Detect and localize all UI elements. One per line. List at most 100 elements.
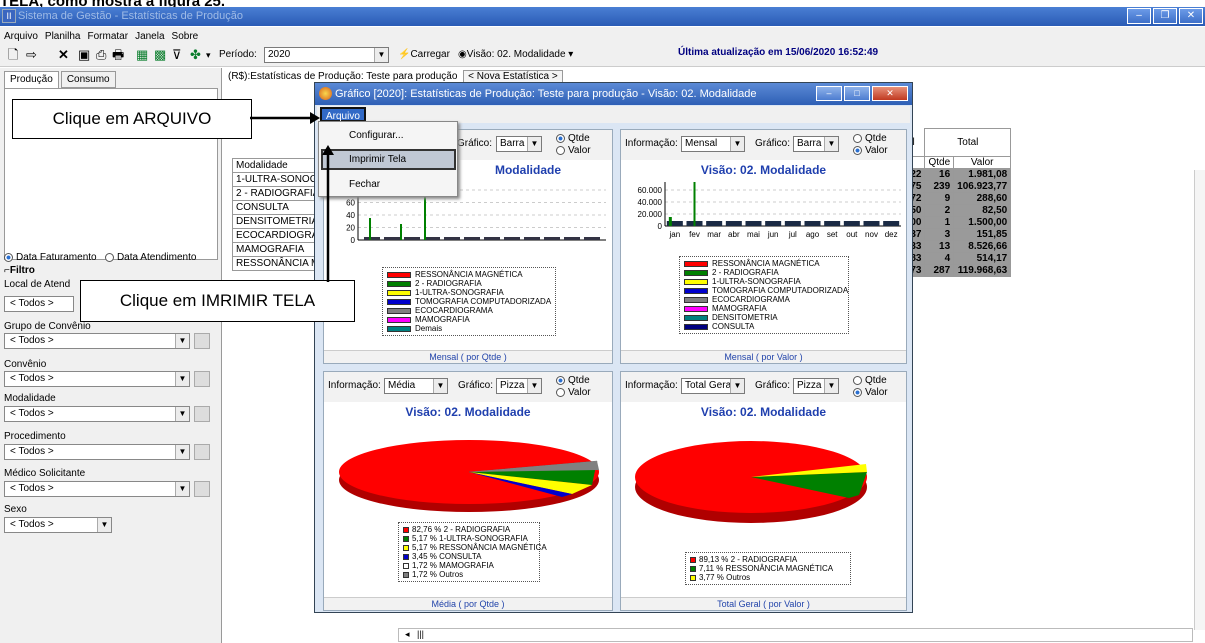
panel3-info-select[interactable]: Média ▼ <box>384 378 448 394</box>
panel2-radio-valor[interactable]: Valor <box>853 145 888 156</box>
chevron-down-icon: ▼ <box>175 334 189 348</box>
save-icon[interactable]: ▣ <box>78 47 90 63</box>
totals-row[interactable]: 6,50282,50 <box>897 204 1012 217</box>
panel2-footer: Mensal ( por Valor ) <box>621 350 906 363</box>
procedimento-select[interactable]: < Todos > ▼ <box>4 444 190 460</box>
maximize-icon[interactable]: □ <box>844 86 870 101</box>
panel2-info-select[interactable]: Mensal ▼ <box>681 136 745 152</box>
app-icon: II <box>2 9 16 23</box>
totals-row[interactable]: 3,73287119.968,63 <box>897 264 1012 277</box>
dialog-menu-arquivo[interactable]: Arquivo <box>320 107 366 122</box>
legend-label: ECOCARDIOGRAMA <box>712 295 790 304</box>
tab-producao[interactable]: Produção <box>4 71 59 88</box>
bar-group-base <box>883 221 900 226</box>
scroll-thumb[interactable]: ||| <box>417 629 424 639</box>
totals-row[interactable]: 0,0011.500,00 <box>897 216 1012 229</box>
totals-body: sal Total r Qtde Valor 6,22161.981,084,7… <box>897 128 1012 277</box>
bar <box>693 182 696 226</box>
grupo-lookup-button[interactable] <box>194 333 210 349</box>
panel3-radio-valor[interactable]: Valor <box>556 387 591 398</box>
grid-icon[interactable]: ▩ <box>154 47 166 63</box>
bar <box>668 217 672 226</box>
procedimento-lookup-button[interactable] <box>194 444 210 460</box>
open-icon[interactable]: ⇨ <box>26 47 37 63</box>
grupo-select[interactable]: < Todos > ▼ <box>4 333 190 349</box>
carregar-button[interactable]: ⚡Carregar <box>398 47 450 63</box>
modalidade-lookup-button[interactable] <box>194 406 210 422</box>
menu-formatar[interactable]: Formatar <box>88 31 129 44</box>
panel4-radio-valor[interactable]: Valor <box>853 387 888 398</box>
chart-icon[interactable]: ▦ <box>136 47 148 63</box>
panel2-radio-qtde[interactable]: Qtde <box>853 133 887 144</box>
y-tick-label: 0 <box>351 236 356 245</box>
panel2-grafico-select[interactable]: Barra ▼ <box>793 136 839 152</box>
header-total: Total <box>924 128 1012 157</box>
visao-button[interactable]: ◉Visão: 02. Modalidade ▾ <box>458 47 573 63</box>
convenio-select[interactable]: < Todos > ▼ <box>4 371 190 387</box>
filter-icon[interactable]: ⊽ <box>172 47 182 63</box>
restore-icon[interactable]: ❐ <box>1153 8 1177 24</box>
chart-panel-4: Informação: Total Geral ▼ Gráfico: Pizza ▼… <box>620 371 907 611</box>
menu-planilha[interactable]: Planilha <box>45 31 81 44</box>
totals-row[interactable]: 5,33138.526,66 <box>897 240 1012 253</box>
menu-configurar[interactable]: Configurar... <box>349 130 403 141</box>
sexo-select[interactable]: < Todos > ▼ <box>4 517 112 533</box>
legend-label: 2 - RADIOGRAFIA <box>712 268 779 277</box>
statistics-tab[interactable]: (R$):Estatísticas de Produção: Teste par… <box>228 71 457 82</box>
delete-icon[interactable]: ✕ <box>58 47 69 63</box>
menu-imprimir-tela[interactable]: Imprimir Tela <box>349 154 406 165</box>
menu-fechar[interactable]: Fechar <box>349 179 380 190</box>
action-icon[interactable]: ✤ <box>190 47 201 63</box>
scroll-left-icon[interactable]: ◂ <box>405 629 410 640</box>
menu-sobre[interactable]: Sobre <box>172 31 199 44</box>
vertical-scrollbar[interactable] <box>1194 170 1205 630</box>
legend-item: Demais <box>387 324 551 333</box>
panel3-radio-qtde[interactable]: Qtde <box>556 375 590 386</box>
totals-row[interactable]: 0,373151,85 <box>897 228 1012 241</box>
periodo-select[interactable]: 2020 ▼ <box>264 47 389 63</box>
close-icon[interactable]: ✕ <box>872 86 908 101</box>
bar-group-base <box>364 237 380 240</box>
panel4-footer: Total Geral ( por Valor ) <box>621 597 906 610</box>
panel4-grafico-select[interactable]: Pizza ▼ <box>793 378 839 394</box>
panel1-grafico-select[interactable]: Barra ▼ <box>496 136 542 152</box>
minimize-icon[interactable]: – <box>1127 8 1151 24</box>
tab-consumo[interactable]: Consumo <box>60 71 116 88</box>
radio-atendimento[interactable] <box>104 252 114 262</box>
preview-icon[interactable]: ⎙ <box>96 47 106 63</box>
menu-arquivo[interactable]: Arquivo <box>4 31 38 44</box>
chevron-down-icon: ▼ <box>175 482 189 496</box>
radio-faturamento[interactable] <box>4 252 13 262</box>
carregar-label: Carregar <box>410 49 450 60</box>
panel1-radio-valor[interactable]: Valor <box>556 145 591 156</box>
print-icon[interactable]: 🖶 <box>112 47 124 63</box>
panel3-grafico-label: Gráfico: <box>458 380 494 391</box>
modalidade-select[interactable]: < Todos > ▼ <box>4 406 190 422</box>
medico-select[interactable]: < Todos > ▼ <box>4 481 190 497</box>
legend-item: MAMOGRAFIA <box>684 304 844 313</box>
menu-janela[interactable]: Janela <box>135 31 164 44</box>
legend-item: 3,77 % Outros <box>690 573 846 582</box>
legend-label: 1-ULTRA-SONOGRAFIA <box>712 277 801 286</box>
legend-item: ECOCARDIOGRAMA <box>387 306 551 315</box>
totals-row[interactable]: 6,22161.981,08 <box>897 168 1012 181</box>
local-select[interactable]: < Todos > <box>4 296 74 312</box>
convenio-lookup-button[interactable] <box>194 371 210 387</box>
new-icon[interactable]: 🗋 <box>8 47 18 63</box>
close-icon[interactable]: ✕ <box>1179 8 1203 24</box>
legend-label: RESSONÂNCIA MAGNÉTICA <box>415 270 523 279</box>
minimize-icon[interactable]: – <box>816 86 842 101</box>
totals-row[interactable]: 7,729288,60 <box>897 192 1012 205</box>
panel4-info-select[interactable]: Total Geral ▼ <box>681 378 745 394</box>
panel1-radio-qtde[interactable]: Qtde <box>556 133 590 144</box>
panel4-radio-qtde[interactable]: Qtde <box>853 375 887 386</box>
totals-row[interactable]: 2,834514,17 <box>897 252 1012 265</box>
panel1-footer: Mensal ( por Qtde ) <box>324 350 612 363</box>
medico-lookup-button[interactable] <box>194 481 210 497</box>
horizontal-scrollbar[interactable]: ◂ ||| <box>398 628 1193 642</box>
panel3-grafico-select[interactable]: Pizza ▼ <box>496 378 542 394</box>
legend-item: 1,72 % Outros <box>403 570 535 579</box>
totals-row[interactable]: 4,75239106.923,77 <box>897 180 1012 193</box>
dropdown-icon[interactable]: ▾ <box>206 47 211 63</box>
x-tick-label: set <box>827 230 838 239</box>
